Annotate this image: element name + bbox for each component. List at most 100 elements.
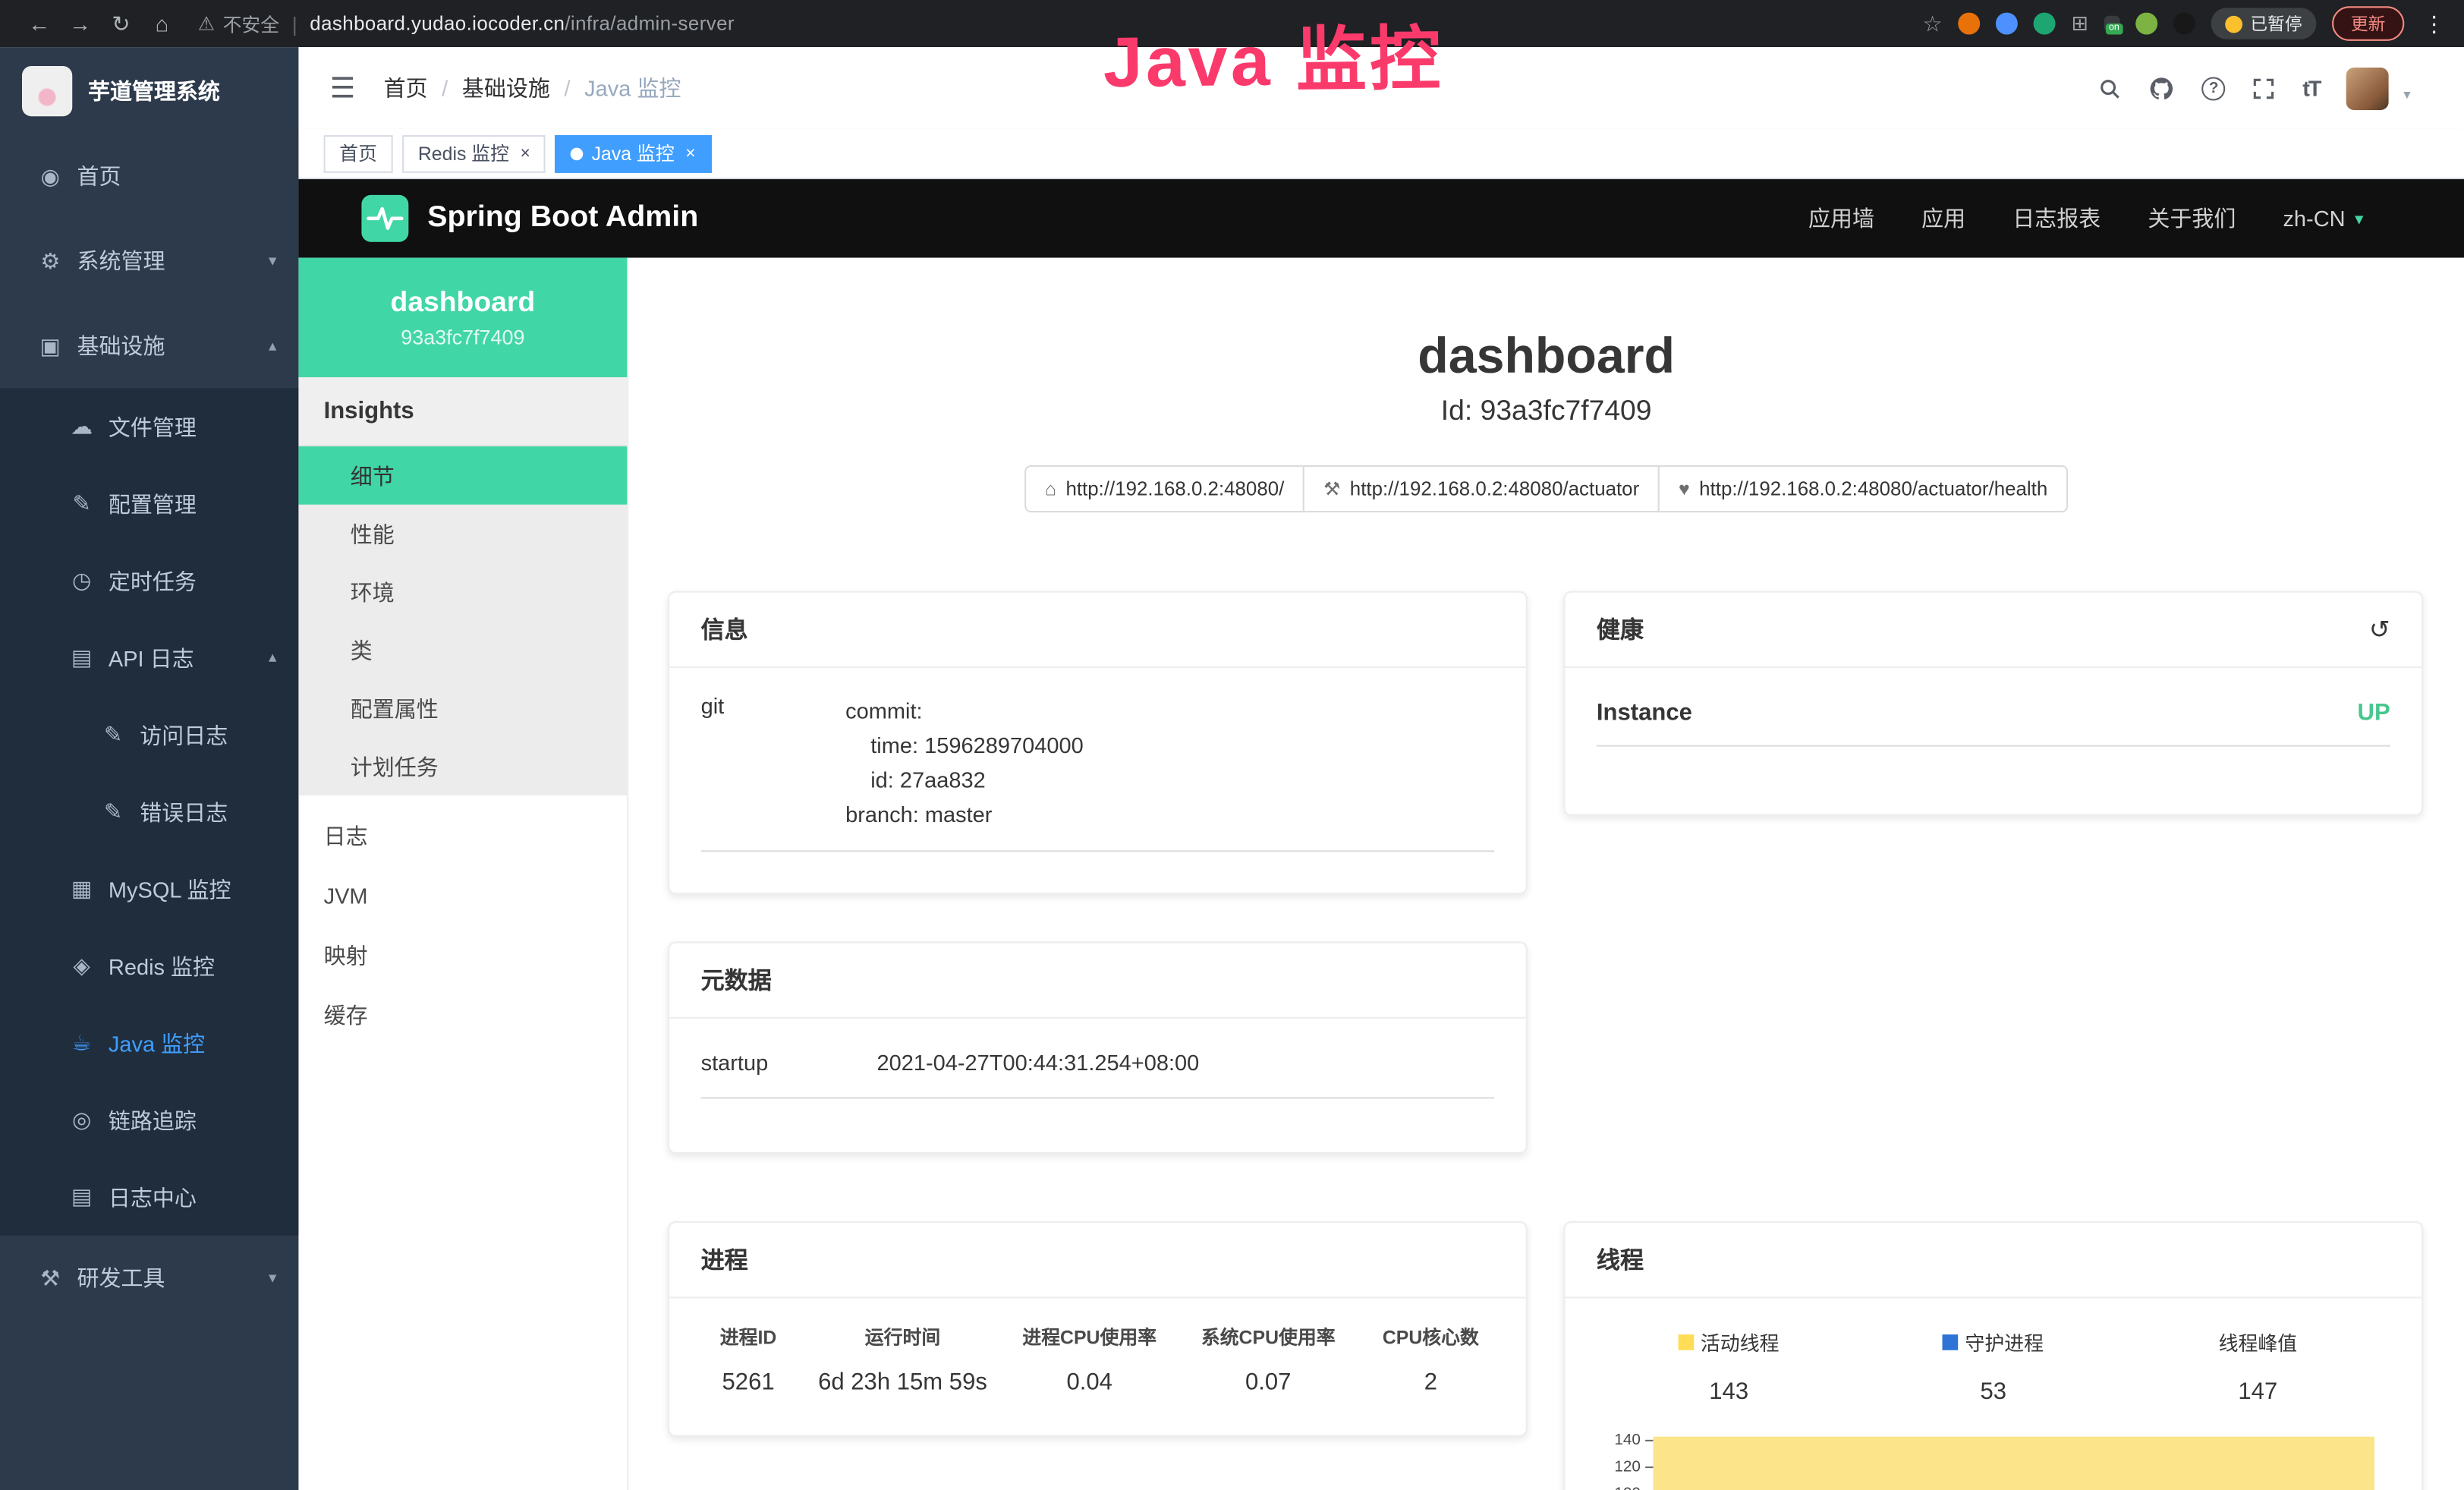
base-url-link[interactable]: ⌂ http://192.168.0.2:48080/ (1024, 465, 1304, 512)
sidebar-item-home[interactable]: ◉ 首页 (0, 134, 298, 219)
menu-item-caches[interactable]: 缓存 (298, 985, 627, 1045)
update-button[interactable]: 更新 (2332, 6, 2404, 41)
search-icon[interactable] (2098, 76, 2122, 99)
close-icon[interactable]: × (685, 143, 695, 162)
heart-icon: ♥ (1679, 478, 1690, 500)
menu-item-environment[interactable]: 环境 (298, 562, 627, 621)
nav-journal[interactable]: 日志报表 (2012, 203, 2101, 234)
app-logo-row[interactable]: 芋道管理系统 (0, 47, 298, 134)
extension-icon-grid[interactable]: ⊞ (2071, 11, 2088, 36)
app-brand: 芋道管理系统 (88, 74, 220, 106)
security-indicator[interactable]: ⚠ 不安全 (198, 10, 279, 36)
metadata-body: startup 2021-04-27T00:44:31.254+08:00 (669, 1019, 1526, 1099)
page-title: dashboard (628, 327, 2464, 386)
sidebar-item-log-center[interactable]: ▤ 日志中心 (0, 1158, 298, 1235)
breadcrumb-home[interactable]: 首页 (384, 72, 428, 103)
extension-icon-blue-drop[interactable] (1996, 13, 2018, 35)
menu-item-jvm[interactable]: JVM (298, 866, 627, 926)
help-icon[interactable]: ? (2202, 76, 2226, 99)
java-icon: ☕ (69, 1029, 94, 1056)
edit-icon: ✎ (101, 799, 126, 825)
chart-y-axis: 140 120 100 (1597, 1427, 1654, 1490)
cards-column-right: 健康 ↺ Instance UP (1563, 591, 2423, 1490)
history-icon[interactable]: ↺ (2369, 614, 2390, 645)
nav-applications[interactable]: 应用 (1921, 203, 1965, 234)
app-logo (22, 65, 72, 115)
menu-item-scheduled-tasks[interactable]: 计划任务 (298, 737, 627, 795)
tab-redis-monitor[interactable]: Redis 监控 × (402, 134, 546, 172)
sba-brand[interactable]: Spring Boot Admin (361, 195, 698, 242)
menu-item-details[interactable]: 细节 (298, 446, 627, 505)
legend-live-threads: 活动线程 143 (1597, 1327, 1861, 1406)
nav-wallboard[interactable]: 应用墙 (1808, 203, 1874, 234)
health-row[interactable]: Instance UP (1597, 700, 2390, 747)
tools-icon: ⚒ (38, 1265, 63, 1291)
locale-selector[interactable]: zh-CN ▾ (2283, 206, 2363, 231)
sidebar-item-error-log[interactable]: ✎ 错误日志 (0, 773, 298, 850)
extension-icon-orange[interactable] (1958, 13, 1980, 35)
tags-view: 首页 Redis 监控 × Java 监控 × (298, 129, 2464, 179)
extension-icon-switch[interactable]: on (2104, 16, 2120, 32)
hamburger-icon[interactable]: ☰ (330, 71, 355, 104)
menu-item-mappings[interactable]: 映射 (298, 926, 627, 986)
avatar[interactable] (2347, 67, 2390, 109)
menu-item-logfile[interactable]: 日志 (298, 806, 627, 866)
breadcrumb: 首页 / 基础设施 / Java 监控 (384, 72, 681, 103)
extension-icon-leaf[interactable] (2135, 13, 2157, 35)
sidebar-item-config-manage[interactable]: ✎ 配置管理 (0, 465, 298, 542)
home-icon: ⌂ (1045, 478, 1056, 500)
extension-icon-green-circle[interactable] (2034, 13, 2056, 35)
menu-item-classes[interactable]: 类 (298, 621, 627, 679)
menu-item-config-props[interactable]: 配置属性 (298, 679, 627, 738)
overlay-annotation: Java 监控 (1103, 2, 1444, 107)
actuator-url-link[interactable]: ⚒ http://192.168.0.2:48080/actuator (1303, 465, 1660, 512)
avatar-caret-icon[interactable]: ▾ (2403, 86, 2410, 109)
address-bar[interactable]: dashboard.yudao.iocoder.cn/infra/admin-s… (310, 13, 735, 35)
menu-item-metrics[interactable]: 性能 (298, 505, 627, 563)
sidebar-item-java-monitor[interactable]: ☕ Java 监控 (0, 1004, 298, 1081)
tab-java-monitor[interactable]: Java 监控 × (555, 134, 711, 172)
link-label: http://192.168.0.2:48080/actuator (1350, 478, 1639, 500)
insights-section-label: Insights (298, 377, 627, 446)
sidebar-item-scheduled-job[interactable]: ◷ 定时任务 (0, 542, 298, 619)
paused-badge[interactable]: 已暂停 (2211, 8, 2317, 39)
sidebar-item-trace[interactable]: ◎ 链路追踪 (0, 1082, 298, 1158)
fullscreen-icon[interactable] (2252, 76, 2276, 99)
health-url-link[interactable]: ♥ http://192.168.0.2:48080/actuator/heal… (1658, 465, 2068, 512)
sidebar-item-redis-monitor[interactable]: ◈ Redis 监控 (0, 928, 298, 1004)
sidebar-item-label: MySQL 监控 (109, 873, 231, 904)
tab-label: 首页 (339, 140, 377, 166)
sidebar-item-infra[interactable]: ▣ 基础设施 ▴ (0, 304, 298, 389)
browser-menu-icon[interactable]: ⋮ (2423, 10, 2445, 36)
close-icon[interactable]: × (520, 143, 530, 162)
legend-label: 活动线程 (1701, 1327, 1780, 1356)
chevron-down-icon: ▾ (269, 252, 276, 269)
legend-daemon-threads: 守护进程 53 (1861, 1327, 2126, 1406)
sidebar-item-file-manage[interactable]: ☁ 文件管理 (0, 388, 298, 465)
extension-icon-paw[interactable] (2173, 13, 2195, 35)
legend-peak-threads: 线程峰值 147 (2126, 1327, 2390, 1406)
legend-label: 守护进程 (1965, 1327, 2044, 1356)
reload-icon[interactable]: ↻ (101, 10, 142, 36)
sidebar-item-api-log[interactable]: ▤ API 日志 ▴ (0, 619, 298, 696)
sidebar-item-mysql-monitor[interactable]: ▦ MySQL 监控 (0, 850, 298, 927)
bookmark-icon[interactable]: ☆ (1923, 10, 1943, 36)
github-icon[interactable] (2148, 74, 2175, 101)
sidebar-item-label: 链路追踪 (109, 1104, 197, 1136)
sba-logo-icon (361, 195, 408, 242)
health-instance-label: Instance (1597, 700, 1692, 726)
breadcrumb-infra[interactable]: 基础设施 (462, 72, 550, 103)
breadcrumb-separator: / (564, 75, 570, 100)
sidebar-item-system[interactable]: ⚙ 系统管理 ▾ (0, 219, 298, 304)
font-size-icon[interactable]: tT (2302, 75, 2320, 100)
sidebar-item-dev-tools[interactable]: ⚒ 研发工具 ▾ (0, 1236, 298, 1321)
app-main: ☰ 首页 / 基础设施 / Java 监控 ? tT ▾ (298, 47, 2464, 1490)
nav-about[interactable]: 关于我们 (2148, 203, 2236, 234)
health-body: Instance UP (1566, 668, 2422, 778)
tab-home[interactable]: 首页 (324, 134, 393, 172)
browser-home-icon[interactable]: ⌂ (141, 11, 182, 36)
sidebar-item-access-log[interactable]: ✎ 访问日志 (0, 696, 298, 773)
back-icon[interactable]: ← (19, 11, 60, 36)
sba-navbar: Spring Boot Admin 应用墙 应用 日志报表 关于我们 zh-CN… (298, 179, 2464, 258)
forward-icon[interactable]: → (60, 11, 101, 36)
